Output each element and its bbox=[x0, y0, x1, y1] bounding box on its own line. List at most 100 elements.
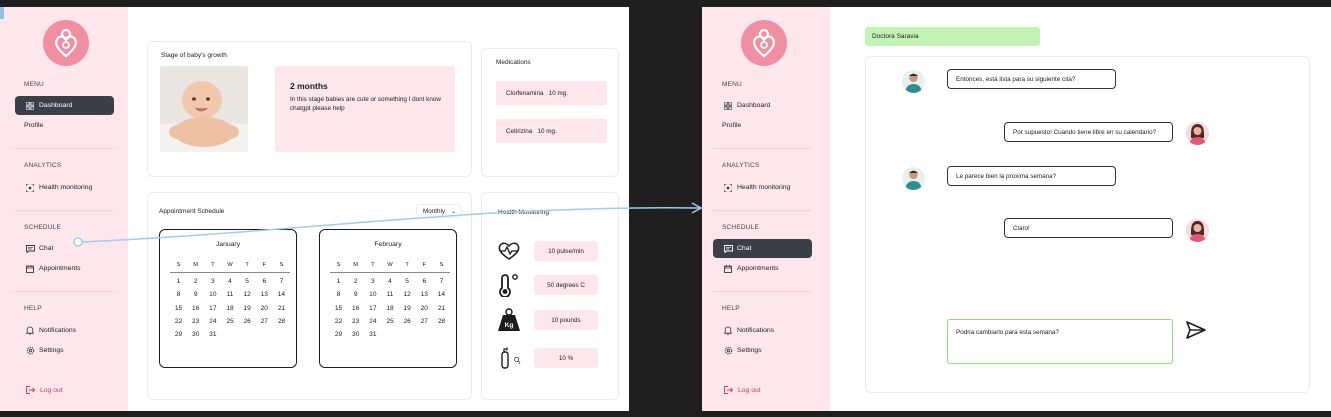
calendar-day[interactable]: 8 bbox=[330, 291, 347, 298]
chat-bubble-icon bbox=[723, 244, 733, 254]
calendar-day[interactable]: 9 bbox=[187, 291, 204, 298]
calendar-day[interactable]: 7 bbox=[433, 278, 450, 285]
calendar-day[interactable]: 14 bbox=[433, 291, 450, 298]
calendar-day[interactable]: 28 bbox=[433, 318, 450, 325]
growth-description: In this stage babies are cute or somethi… bbox=[290, 96, 441, 112]
calendar-day[interactable]: 13 bbox=[256, 291, 273, 298]
calendar-day[interactable]: 31 bbox=[364, 331, 381, 338]
calendar-day[interactable]: 2 bbox=[187, 278, 204, 285]
sidebar-item-notifications[interactable]: Notifications bbox=[15, 321, 114, 340]
sidebar-item-chat[interactable]: Chat bbox=[15, 239, 114, 258]
sidebar-item-chat[interactable]: Chat bbox=[713, 239, 812, 258]
medication-dose: 10 mg. bbox=[537, 127, 557, 135]
calendar-day[interactable]: 18 bbox=[221, 305, 238, 312]
calendar-day[interactable]: 31 bbox=[204, 331, 221, 338]
calendar-day[interactable]: 27 bbox=[256, 318, 273, 325]
calendar-day[interactable]: 3 bbox=[204, 278, 221, 285]
calendar-day[interactable]: 13 bbox=[416, 291, 433, 298]
weight-icon: Kg bbox=[496, 308, 522, 332]
message-text: Entonces, está lista para su siguiente c… bbox=[956, 75, 1076, 83]
calendar-day[interactable]: 8 bbox=[170, 291, 187, 298]
calendar-day[interactable]: 23 bbox=[187, 318, 204, 325]
calendar-day[interactable]: 14 bbox=[273, 291, 290, 298]
calendar-day[interactable]: 12 bbox=[239, 291, 256, 298]
calendar-day[interactable]: 29 bbox=[170, 331, 187, 338]
calendar-day[interactable]: 16 bbox=[347, 305, 364, 312]
calendar-day[interactable]: 19 bbox=[239, 305, 256, 312]
calendar-day[interactable]: 23 bbox=[347, 318, 364, 325]
calendar-day[interactable]: 30 bbox=[187, 331, 204, 338]
sidebar-item-profile[interactable]: Profile bbox=[713, 116, 812, 135]
calendar-day[interactable]: 15 bbox=[330, 305, 347, 312]
patient-avatar bbox=[1186, 122, 1209, 145]
calendar-day[interactable]: 20 bbox=[256, 305, 273, 312]
calendar-day[interactable]: 21 bbox=[273, 305, 290, 312]
calendar-day[interactable]: 11 bbox=[381, 291, 398, 298]
calendar-day[interactable]: 1 bbox=[170, 278, 187, 285]
calendar-day[interactable]: 22 bbox=[170, 318, 187, 325]
calendar-day[interactable]: 5 bbox=[239, 278, 256, 285]
calendar-day[interactable]: 19 bbox=[399, 305, 416, 312]
divider bbox=[15, 148, 113, 149]
calendar-day[interactable]: 11 bbox=[221, 291, 238, 298]
sidebar-item-settings[interactable]: Settings bbox=[713, 341, 812, 360]
calendar-day[interactable]: 10 bbox=[364, 291, 381, 298]
calendar-day[interactable]: 15 bbox=[170, 305, 187, 312]
calendar-day[interactable]: 9 bbox=[347, 291, 364, 298]
weekday-label: S bbox=[176, 262, 181, 268]
calendar-day[interactable]: 12 bbox=[399, 291, 416, 298]
calendar-day[interactable]: 24 bbox=[204, 318, 221, 325]
calendar-day[interactable]: 26 bbox=[239, 318, 256, 325]
calendar-icon bbox=[723, 264, 733, 274]
calendar-day[interactable]: 4 bbox=[381, 278, 398, 285]
calendar-day[interactable]: 22 bbox=[330, 318, 347, 325]
sidebar-item-health-monitoring[interactable]: Health monitoring bbox=[15, 178, 114, 197]
send-icon bbox=[1186, 321, 1206, 339]
calendar-day[interactable]: 10 bbox=[204, 291, 221, 298]
sidebar-item-notifications[interactable]: Notifications bbox=[713, 321, 812, 340]
calendar-day[interactable]: 30 bbox=[347, 331, 364, 338]
calendar-day[interactable]: 27 bbox=[416, 318, 433, 325]
logout-button[interactable]: Log out bbox=[26, 386, 63, 394]
calendar-day[interactable]: 29 bbox=[330, 331, 347, 338]
send-button[interactable] bbox=[1186, 321, 1206, 344]
sidebar-item-dashboard[interactable]: Dashboard bbox=[15, 96, 114, 115]
range-select[interactable]: Monthly ⌄ bbox=[416, 204, 461, 218]
calendar-day[interactable]: 20 bbox=[416, 305, 433, 312]
sidebar-item-profile[interactable]: Profile bbox=[15, 116, 114, 135]
chevron-down-icon: ⌄ bbox=[451, 208, 457, 215]
calendar-day[interactable]: 7 bbox=[273, 278, 290, 285]
calendar-day[interactable]: 24 bbox=[364, 318, 381, 325]
calendar-day[interactable]: 5 bbox=[399, 278, 416, 285]
sidebar-item-appointments[interactable]: Appointments bbox=[713, 259, 812, 278]
message-input[interactable]: Podria cambiarlo para esta semana? bbox=[947, 319, 1173, 364]
divider bbox=[15, 291, 113, 292]
message-bubble-patient: Claro! bbox=[1004, 218, 1173, 238]
medication-item[interactable]: Cetirizina 10 mg. bbox=[496, 119, 607, 143]
calendar-day[interactable]: 21 bbox=[433, 305, 450, 312]
sidebar-item-health-monitoring[interactable]: Health monitoring bbox=[713, 178, 812, 197]
calendar-day[interactable]: 4 bbox=[221, 278, 238, 285]
calendar-day[interactable]: 16 bbox=[187, 305, 204, 312]
calendar-day[interactable]: 6 bbox=[256, 278, 273, 285]
calendar-day[interactable]: 25 bbox=[221, 318, 238, 325]
calendar-day[interactable]: 2 bbox=[347, 278, 364, 285]
calendar-day[interactable]: 18 bbox=[381, 305, 398, 312]
logout-button[interactable]: Log out bbox=[724, 386, 761, 394]
calendar-day[interactable]: 1 bbox=[330, 278, 347, 285]
calendar-day[interactable]: 3 bbox=[364, 278, 381, 285]
sidebar-item-settings[interactable]: Settings bbox=[15, 341, 114, 360]
calendar-day[interactable]: 17 bbox=[364, 305, 381, 312]
sidebar-item-appointments[interactable]: Appointments bbox=[15, 259, 114, 278]
sidebar-item-label: Notifications bbox=[39, 327, 77, 334]
mother-baby-logo-icon bbox=[55, 28, 77, 58]
calendar-day[interactable]: 26 bbox=[399, 318, 416, 325]
chat-contact-header[interactable]: Doctora Saravia bbox=[865, 27, 1040, 46]
calendar-day[interactable]: 28 bbox=[273, 318, 290, 325]
calendar-day[interactable]: 25 bbox=[381, 318, 398, 325]
calendar-day[interactable]: 17 bbox=[204, 305, 221, 312]
thermometer-icon bbox=[496, 273, 522, 297]
calendar-day[interactable]: 6 bbox=[416, 278, 433, 285]
medication-item[interactable]: Clorfenamina 10 mg. bbox=[496, 81, 607, 105]
sidebar-item-dashboard[interactable]: Dashboard bbox=[713, 96, 812, 115]
